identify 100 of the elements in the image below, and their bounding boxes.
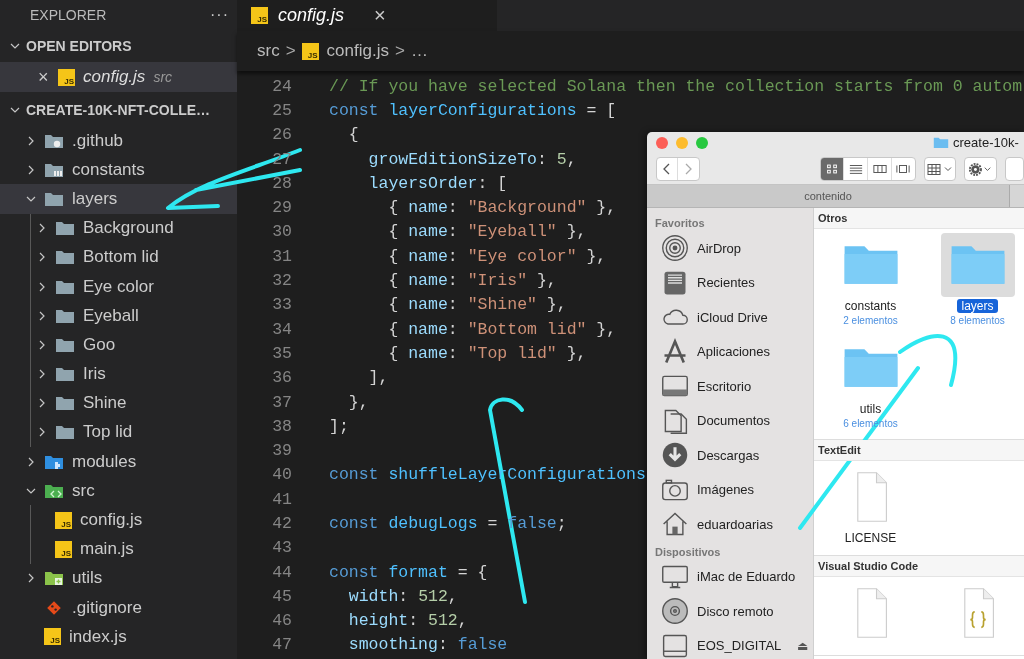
line-number: 40 xyxy=(271,465,292,485)
open-editors-header[interactable]: OPEN EDITORS xyxy=(0,30,237,62)
tree-item-name: layers xyxy=(72,188,118,209)
tree-item[interactable]: layers xyxy=(0,184,237,214)
file-item[interactable]: LICENSE xyxy=(817,465,924,545)
code-line: { name: "Shine" }, xyxy=(387,295,567,315)
more-actions-button[interactable]: ··· xyxy=(210,6,229,24)
editor-tab[interactable]: JS config.js × xyxy=(237,0,497,31)
tree-item[interactable]: Top lid xyxy=(0,417,237,448)
line-number: 35 xyxy=(271,343,292,363)
js-file-icon: JS xyxy=(251,7,268,24)
line-number: 32 xyxy=(271,271,292,290)
project-header[interactable]: CREATE-10K-NFT-COLLE… xyxy=(0,94,237,126)
list-icon xyxy=(848,163,863,175)
tree-item-name: index.js xyxy=(69,626,127,647)
tree-item-name: Eyeball xyxy=(83,305,139,326)
arrange-button[interactable] xyxy=(923,157,957,181)
tree-item[interactable]: Background xyxy=(0,213,237,243)
view-switcher[interactable] xyxy=(819,157,916,181)
sidebar-item[interactable]: AirDrop xyxy=(647,231,813,266)
sidebar-item[interactable]: iMac de Eduardo xyxy=(647,559,813,594)
breadcrumb-separator: > xyxy=(285,41,296,61)
code-line: width: 512, xyxy=(347,586,458,606)
tree-item-name: constants xyxy=(72,159,145,180)
sidebar-item[interactable]: Escritorio xyxy=(647,369,813,404)
sidebar-item[interactable]: Disco remoto xyxy=(647,594,813,629)
tree-item-name: .github xyxy=(72,130,124,151)
tree-item-name: Eye color xyxy=(83,276,154,297)
tree-item-name: Shine xyxy=(83,393,127,414)
icons-view-button[interactable] xyxy=(820,158,844,180)
folder-icon xyxy=(933,136,949,149)
folder-icon xyxy=(55,395,75,412)
tree-item-name: Iris xyxy=(83,364,106,385)
close-button[interactable]: × xyxy=(374,4,386,27)
tree-item-name: main.js xyxy=(80,539,134,560)
tree-item[interactable]: JS main.js xyxy=(0,534,237,564)
open-editor-item[interactable]: × JS config.js src xyxy=(0,62,237,92)
tree-item-name: Goo xyxy=(83,334,116,355)
breadcrumb-item[interactable]: config.js xyxy=(326,41,389,61)
tree-item[interactable]: src xyxy=(0,476,237,506)
code-line: }, xyxy=(347,392,369,412)
tree-item[interactable]: Eye color xyxy=(0,271,237,302)
disc-icon xyxy=(661,597,689,626)
js-file-icon: JS xyxy=(58,68,75,86)
tree-item[interactable]: Iris xyxy=(0,359,237,389)
line-number: 39 xyxy=(271,441,292,461)
line-number: 43 xyxy=(271,538,292,558)
settings-button[interactable] xyxy=(964,157,998,181)
close-button[interactable] xyxy=(656,137,668,149)
section-header: TextEdit xyxy=(814,440,1024,461)
tree-item-name: Bottom lid xyxy=(83,247,159,268)
sidebar-heading: Dispositivos xyxy=(654,544,722,560)
file-name: config.js xyxy=(83,67,146,87)
tree-item[interactable]: .gitignore xyxy=(0,593,237,623)
close-button[interactable]: × xyxy=(38,66,50,88)
line-number: 46 xyxy=(271,611,292,631)
file-item[interactable]: constants 2 elementos xyxy=(817,233,924,326)
sidebar-item[interactable]: Descargas xyxy=(647,438,813,473)
sidebar-item[interactable]: EOS_DIGITAL ⏏ xyxy=(647,628,813,659)
tree-item[interactable]: modules xyxy=(0,447,237,477)
tree-item-name: Top lid xyxy=(83,422,133,443)
breadcrumb-item[interactable]: … xyxy=(410,41,428,61)
line-number: 30 xyxy=(271,222,292,242)
tree-item[interactable]: Eyeball xyxy=(0,301,237,331)
tree-item-name: Background xyxy=(83,218,174,239)
sidebar-item[interactable]: Documentos xyxy=(647,403,813,438)
tree-item[interactable]: JS config.js xyxy=(0,505,237,535)
sidebar-item[interactable]: Recientes xyxy=(647,265,813,300)
open-folder-icon xyxy=(44,482,64,499)
folder-icon xyxy=(55,220,75,237)
line-number: 33 xyxy=(271,295,292,315)
eject-button[interactable]: ⏏ xyxy=(797,638,809,653)
airdrop-icon xyxy=(661,234,689,263)
tree-item[interactable]: .github xyxy=(0,126,237,156)
tree-item[interactable]: JS index.js xyxy=(0,622,237,652)
open-folder-icon xyxy=(44,190,64,207)
js-file-icon: JS xyxy=(301,42,319,60)
file-item[interactable]: layers 8 elementos xyxy=(924,233,1024,326)
tree-item[interactable]: utils xyxy=(0,563,237,593)
tree-item[interactable]: Shine xyxy=(0,388,237,418)
finder-tab[interactable]: contenido xyxy=(647,185,1010,207)
line-number: 37 xyxy=(271,392,292,412)
grid-icon xyxy=(927,162,954,176)
sidebar-item[interactable]: eduardoarias xyxy=(647,507,813,542)
line-number: 24 xyxy=(271,76,292,96)
line-number: 25 xyxy=(271,100,292,120)
tree-item[interactable]: Bottom lid xyxy=(0,242,237,272)
sidebar-item[interactable]: Aplicaciones xyxy=(647,334,813,369)
section-header: Visual Studio Code xyxy=(814,556,1024,577)
code-line: { name: "Background" }, xyxy=(387,198,617,218)
code-line: { name: "Iris" }, xyxy=(387,271,557,290)
sidebar-item[interactable]: iCloud Drive xyxy=(647,300,813,335)
code-line: const format = { xyxy=(329,562,488,582)
sidebar-item[interactable]: Imágenes xyxy=(647,472,813,507)
tree-item[interactable]: Goo xyxy=(0,330,237,360)
tree-item[interactable]: constants xyxy=(0,155,237,185)
folder-icon xyxy=(55,424,75,441)
breadcrumb-item[interactable]: src xyxy=(257,41,280,61)
grid-icon xyxy=(825,163,839,175)
code-line: { name: "Eye color" }, xyxy=(387,246,607,266)
